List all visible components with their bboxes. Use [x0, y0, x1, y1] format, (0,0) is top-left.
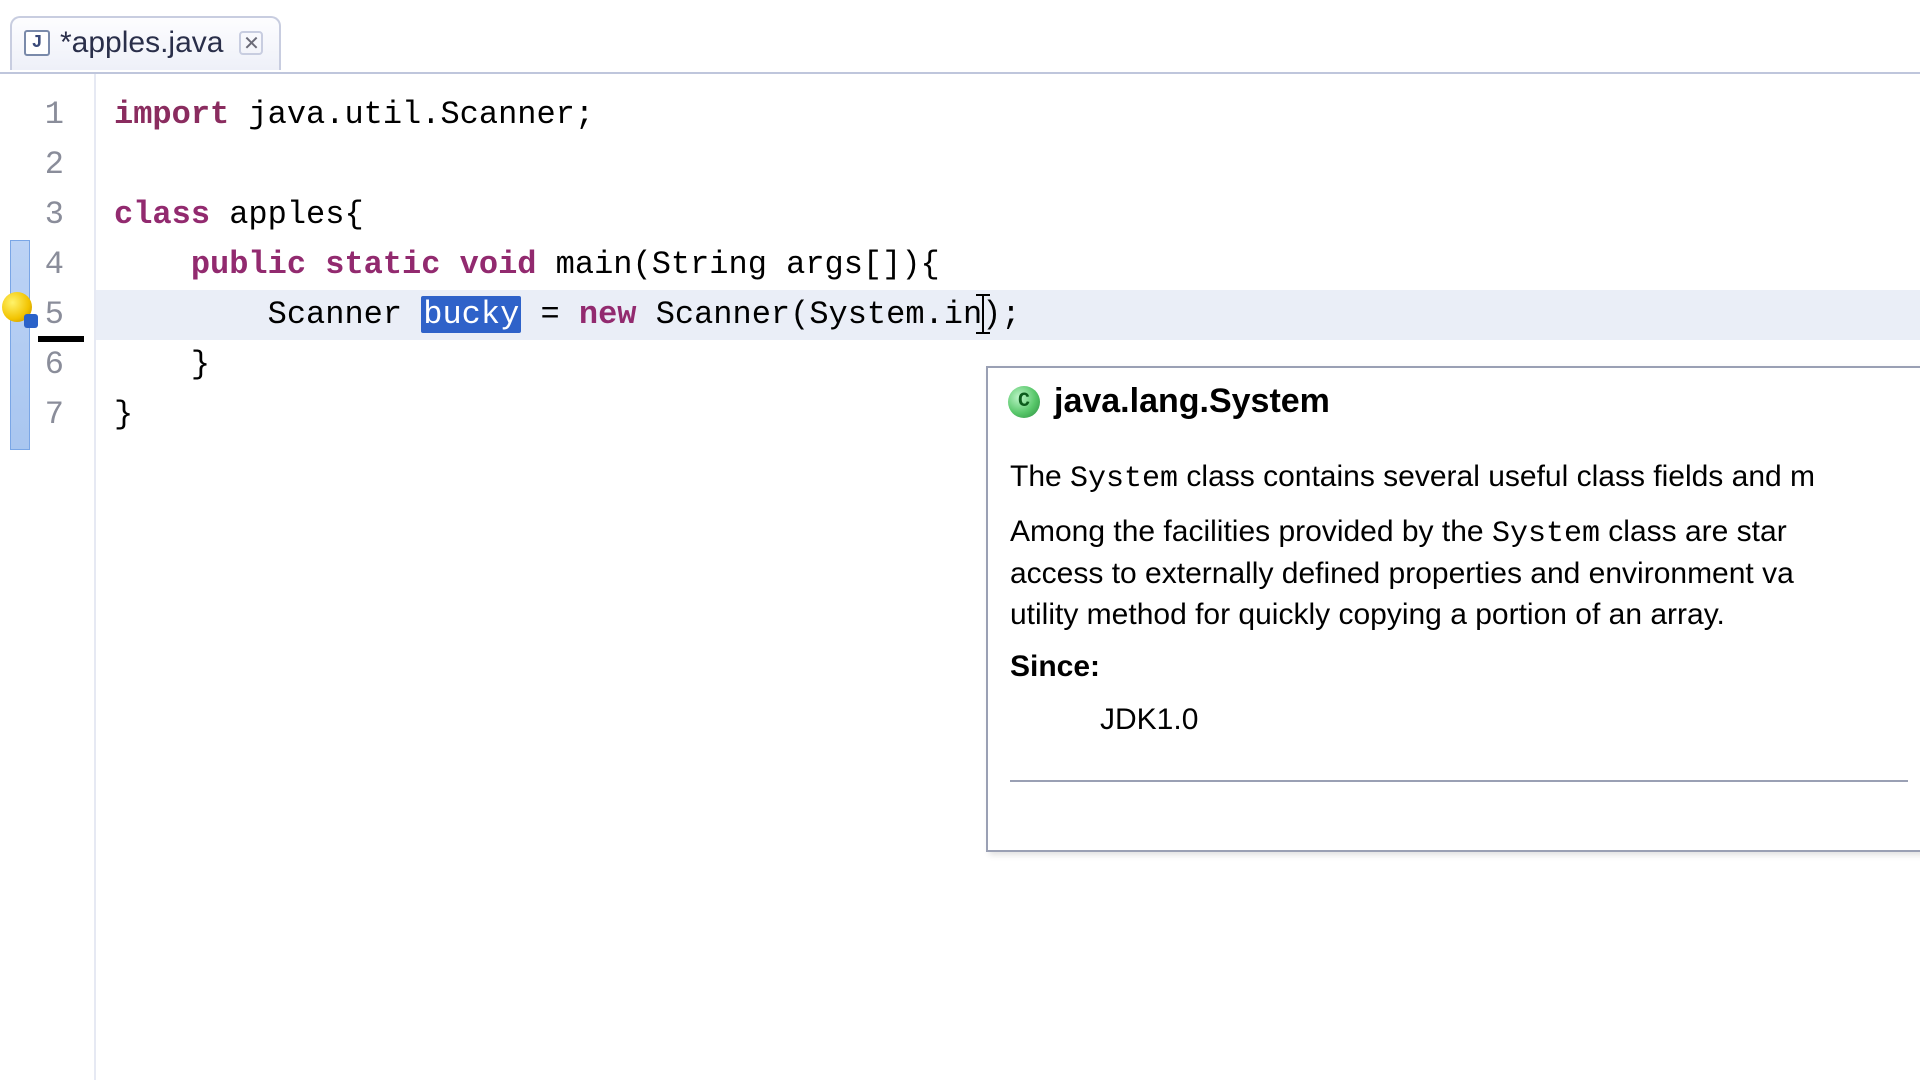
line-number[interactable]: 1: [0, 90, 94, 140]
tooltip-divider: [1010, 780, 1908, 782]
close-icon[interactable]: ✕: [239, 31, 263, 55]
code-text: }: [114, 346, 210, 383]
line-number[interactable]: 5: [0, 290, 94, 340]
code-line-current[interactable]: Scanner bucky = new Scanner(System.in);: [96, 290, 1920, 340]
tooltip-paragraph: Among the facilities provided by the Sys…: [1010, 512, 1908, 636]
tooltip-text: Among the facilities provided by the: [1010, 515, 1492, 548]
tooltip-text: access to externally defined properties …: [1010, 557, 1794, 590]
tooltip-body: The System class contains several useful…: [988, 431, 1920, 794]
keyword-class: class: [114, 196, 210, 233]
tooltip-since-value: JDK1.0: [1010, 700, 1908, 741]
editor-tab-bar: J *apples.java ✕: [10, 16, 281, 70]
code-text: =: [521, 296, 579, 333]
tooltip-text: class contains several useful class fiel…: [1178, 460, 1815, 493]
code-text: apples{: [210, 196, 364, 233]
editor-gutter[interactable]: 1 2 3 4 5 6 7: [0, 74, 96, 1080]
keyword-static: static: [325, 246, 440, 283]
tooltip-title: java.lang.System: [1054, 382, 1330, 421]
code-text: java.util.Scanner;: [229, 96, 594, 133]
line-number[interactable]: 7: [0, 390, 94, 440]
keyword-import: import: [114, 96, 229, 133]
tooltip-text: The: [1010, 460, 1070, 493]
code-text: main(String args[]){: [536, 246, 939, 283]
code-line[interactable]: class apples{: [96, 190, 1920, 240]
line-number[interactable]: 4: [0, 240, 94, 290]
editor-tab-apples[interactable]: J *apples.java ✕: [10, 16, 281, 70]
tooltip-header: C java.lang.System: [988, 368, 1920, 431]
code-line[interactable]: import java.util.Scanner;: [96, 90, 1920, 140]
tooltip-code: System: [1492, 517, 1600, 551]
javadoc-tooltip[interactable]: C java.lang.System The System class cont…: [986, 366, 1920, 852]
tooltip-footer: [988, 794, 1920, 850]
tooltip-paragraph: The System class contains several useful…: [1010, 457, 1908, 500]
code-line[interactable]: public static void main(String args[]){: [96, 240, 1920, 290]
code-text: Scanner(System.in);: [636, 296, 1020, 333]
keyword-new: new: [579, 296, 637, 333]
line-number[interactable]: 3: [0, 190, 94, 240]
tooltip-text: class are star: [1600, 515, 1787, 548]
java-file-icon: J: [24, 30, 50, 56]
editor-tab-label: *apples.java: [60, 26, 223, 60]
line-number[interactable]: 2: [0, 140, 94, 190]
keyword-public: public: [191, 246, 306, 283]
selected-identifier[interactable]: bucky: [421, 296, 521, 333]
keyword-void: void: [460, 246, 537, 283]
tooltip-text: utility method for quickly copying a por…: [1010, 598, 1725, 631]
code-text: }: [114, 396, 133, 433]
text-caret-icon: [976, 294, 990, 334]
code-line[interactable]: [96, 140, 1920, 190]
current-line-marker: [38, 336, 84, 342]
tooltip-since-label: Since:: [1010, 647, 1908, 688]
code-text: Scanner: [114, 296, 421, 333]
line-number[interactable]: 6: [0, 340, 94, 390]
class-icon: C: [1008, 386, 1040, 418]
tooltip-code: System: [1070, 462, 1178, 496]
